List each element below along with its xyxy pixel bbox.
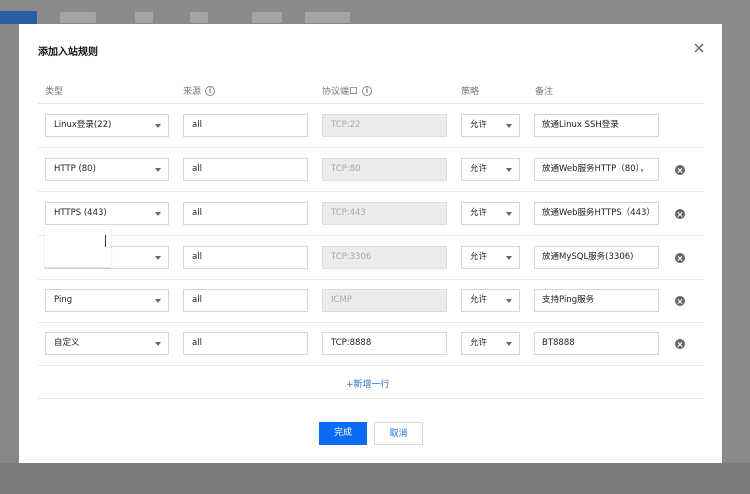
background-right-panel <box>722 24 750 494</box>
background-active-tab <box>0 11 37 24</box>
remark-input[interactable]: 放通MySQL服务(3306) <box>534 246 659 269</box>
source-input[interactable]: all <box>183 158 308 181</box>
type-select[interactable]: 自定义 <box>45 332 169 355</box>
policy-select[interactable]: 允许 <box>461 202 520 225</box>
background-tab <box>252 12 282 23</box>
delete-row-icon[interactable] <box>675 339 685 349</box>
chevron-down-icon <box>155 124 161 128</box>
remark-input[interactable]: 放通Web服务HTTP（80）， <box>534 158 659 181</box>
add-inbound-rule-modal: 添加入站规则 类型 来源 i 协议端口 i 策略 备注 Linux登录(22) al… <box>19 24 722 463</box>
source-input[interactable]: all <box>183 114 308 137</box>
chevron-down-icon <box>155 256 161 260</box>
background-tab <box>135 12 153 23</box>
background-tab <box>190 12 208 23</box>
delete-row-icon[interactable] <box>675 209 685 219</box>
background-sidebar <box>0 24 19 494</box>
chevron-down-icon <box>155 342 161 346</box>
add-row-link[interactable]: +新增一行 <box>346 377 390 390</box>
header-remark: 备注 <box>535 87 554 97</box>
port-input: ICMP <box>322 289 447 312</box>
chevron-down-icon <box>506 299 512 303</box>
text-cursor <box>105 235 106 247</box>
policy-select[interactable]: 允许 <box>461 246 520 269</box>
remark-input[interactable]: 放通Linux SSH登录 <box>534 114 659 137</box>
table-row: Ping all ICMP 允许 支持Ping服务 <box>38 279 704 323</box>
background-footer <box>0 463 750 494</box>
header-policy: 策略 <box>461 87 480 97</box>
table-row: HTTP (80) all TCP:80 允许 放通Web服务HTTP（80）， <box>38 148 704 192</box>
source-input[interactable]: all <box>183 332 308 355</box>
info-icon[interactable]: i <box>362 85 373 96</box>
chevron-down-icon <box>506 212 512 216</box>
table-header: 类型 来源 i 协议端口 i 策略 备注 <box>38 79 704 104</box>
table-row: 自定义 all TCP:8888 允许 BT8888 <box>38 322 704 366</box>
header-port: 协议端口 i <box>322 84 373 97</box>
port-input: TCP:22 <box>322 114 447 137</box>
background-header <box>0 0 750 24</box>
header-source: 来源 i <box>183 84 216 97</box>
type-select[interactable]: HTTP (80) <box>45 158 169 181</box>
delete-row-icon[interactable] <box>675 296 685 306</box>
port-input: TCP:443 <box>322 202 447 225</box>
source-input[interactable]: all <box>183 246 308 269</box>
footer-divider <box>38 398 704 399</box>
delete-row-icon[interactable] <box>675 253 685 263</box>
policy-select[interactable]: 允许 <box>461 114 520 137</box>
port-input: TCP:80 <box>322 158 447 181</box>
confirm-button[interactable]: 完成 <box>319 422 367 445</box>
table-row: Linux登录(22) all TCP:22 允许 放通Linux SSH登录 <box>38 104 704 148</box>
policy-select[interactable]: 允许 <box>461 332 520 355</box>
table-row: HTTPS (443) all TCP:443 允许 放通Web服务HTTPS（… <box>38 192 704 236</box>
table-row: all TCP:3306 允许 放通MySQL服务(3306) <box>38 236 704 280</box>
chevron-down-icon <box>155 299 161 303</box>
remark-input[interactable]: 放通Web服务HTTPS（443） <box>534 202 659 225</box>
modal-title: 添加入站规则 <box>38 47 98 58</box>
policy-select[interactable]: 允许 <box>461 158 520 181</box>
source-input[interactable]: all <box>183 202 308 225</box>
type-select[interactable]: Ping <box>45 289 169 312</box>
type-dropdown-popup <box>45 227 111 267</box>
remark-input[interactable]: BT8888 <box>534 332 659 355</box>
chevron-down-icon <box>506 342 512 346</box>
port-input[interactable]: TCP:8888 <box>322 332 447 355</box>
type-select[interactable]: Linux登录(22) <box>45 114 169 137</box>
remark-input[interactable]: 支持Ping服务 <box>534 289 659 312</box>
background-tab <box>305 12 350 23</box>
chevron-down-icon <box>506 124 512 128</box>
chevron-down-icon <box>155 212 161 216</box>
source-input[interactable]: all <box>183 289 308 312</box>
port-input: TCP:3306 <box>322 246 447 269</box>
info-icon[interactable]: i <box>205 85 216 96</box>
type-select[interactable]: HTTPS (443) <box>45 202 169 225</box>
chevron-down-icon <box>506 256 512 260</box>
close-icon[interactable] <box>692 41 706 55</box>
header-type: 类型 <box>45 87 64 97</box>
cancel-button[interactable]: 取消 <box>374 422 423 445</box>
background-tab <box>60 12 96 23</box>
chevron-down-icon <box>506 168 512 172</box>
chevron-down-icon <box>155 168 161 172</box>
delete-row-icon[interactable] <box>675 165 685 175</box>
policy-select[interactable]: 允许 <box>461 289 520 312</box>
